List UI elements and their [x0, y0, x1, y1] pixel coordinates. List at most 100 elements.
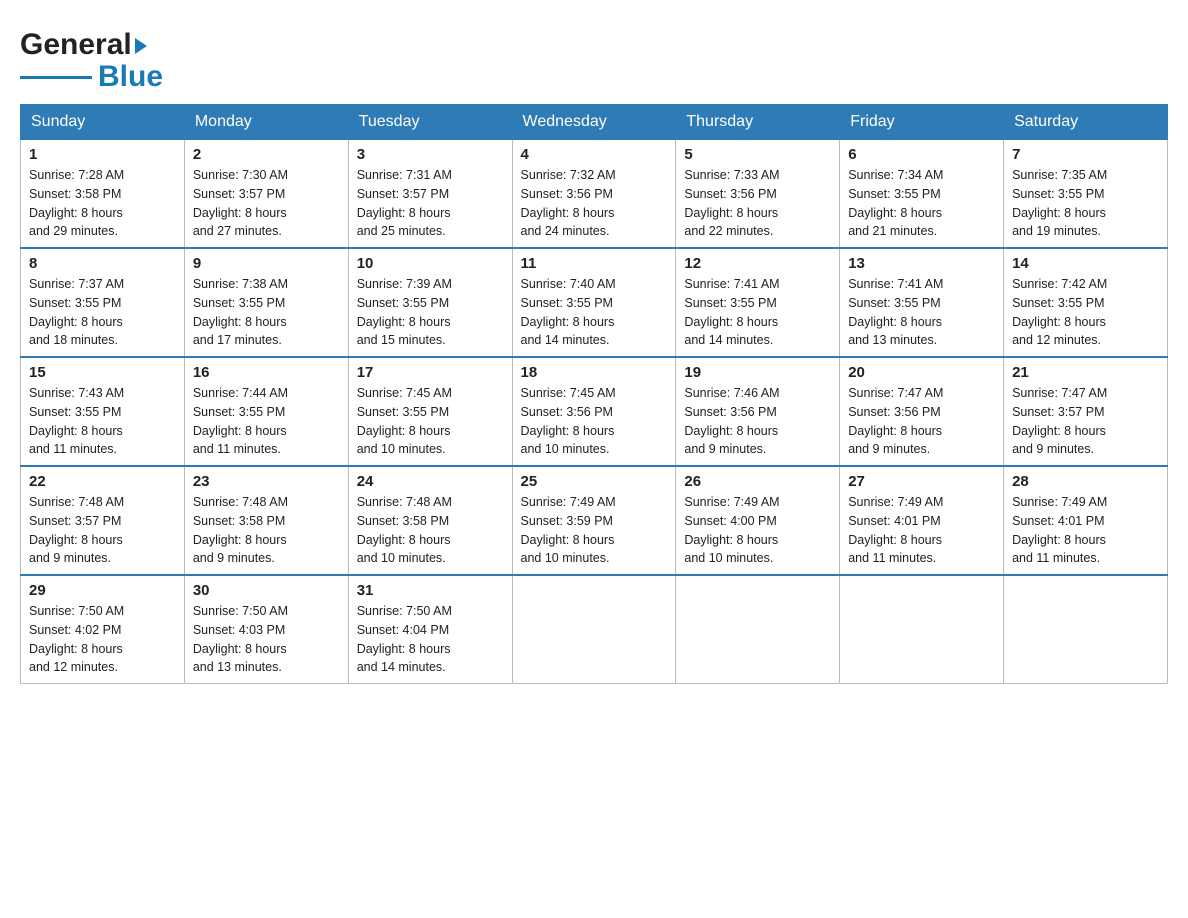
weekday-header-wednesday: Wednesday	[512, 105, 676, 140]
day-number: 19	[684, 364, 831, 381]
day-info: Sunrise: 7:50 AM Sunset: 4:02 PM Dayligh…	[29, 602, 176, 677]
week-row-4: 22 Sunrise: 7:48 AM Sunset: 3:57 PM Dayl…	[21, 466, 1168, 575]
day-number: 4	[521, 146, 668, 163]
day-info: Sunrise: 7:40 AM Sunset: 3:55 PM Dayligh…	[521, 275, 668, 350]
day-number: 20	[848, 364, 995, 381]
day-info: Sunrise: 7:45 AM Sunset: 3:55 PM Dayligh…	[357, 384, 504, 459]
day-number: 14	[1012, 255, 1159, 272]
logo: General Blue	[20, 30, 163, 94]
calendar-cell: 23 Sunrise: 7:48 AM Sunset: 3:58 PM Dayl…	[184, 466, 348, 575]
day-number: 10	[357, 255, 504, 272]
day-info: Sunrise: 7:37 AM Sunset: 3:55 PM Dayligh…	[29, 275, 176, 350]
calendar-cell: 11 Sunrise: 7:40 AM Sunset: 3:55 PM Dayl…	[512, 248, 676, 357]
calendar-cell: 1 Sunrise: 7:28 AM Sunset: 3:58 PM Dayli…	[21, 140, 185, 249]
calendar-cell: 29 Sunrise: 7:50 AM Sunset: 4:02 PM Dayl…	[21, 575, 185, 684]
day-info: Sunrise: 7:47 AM Sunset: 3:57 PM Dayligh…	[1012, 384, 1159, 459]
calendar-cell: 8 Sunrise: 7:37 AM Sunset: 3:55 PM Dayli…	[21, 248, 185, 357]
day-info: Sunrise: 7:34 AM Sunset: 3:55 PM Dayligh…	[848, 166, 995, 241]
calendar-cell: 26 Sunrise: 7:49 AM Sunset: 4:00 PM Dayl…	[676, 466, 840, 575]
day-info: Sunrise: 7:50 AM Sunset: 4:03 PM Dayligh…	[193, 602, 340, 677]
day-number: 13	[848, 255, 995, 272]
calendar-cell: 2 Sunrise: 7:30 AM Sunset: 3:57 PM Dayli…	[184, 140, 348, 249]
calendar-cell: 24 Sunrise: 7:48 AM Sunset: 3:58 PM Dayl…	[348, 466, 512, 575]
calendar-cell: 9 Sunrise: 7:38 AM Sunset: 3:55 PM Dayli…	[184, 248, 348, 357]
day-info: Sunrise: 7:32 AM Sunset: 3:56 PM Dayligh…	[521, 166, 668, 241]
day-info: Sunrise: 7:46 AM Sunset: 3:56 PM Dayligh…	[684, 384, 831, 459]
calendar-cell: 17 Sunrise: 7:45 AM Sunset: 3:55 PM Dayl…	[348, 357, 512, 466]
calendar-cell: 21 Sunrise: 7:47 AM Sunset: 3:57 PM Dayl…	[1004, 357, 1168, 466]
day-number: 9	[193, 255, 340, 272]
day-info: Sunrise: 7:41 AM Sunset: 3:55 PM Dayligh…	[848, 275, 995, 350]
calendar-cell: 15 Sunrise: 7:43 AM Sunset: 3:55 PM Dayl…	[21, 357, 185, 466]
calendar-cell: 7 Sunrise: 7:35 AM Sunset: 3:55 PM Dayli…	[1004, 140, 1168, 249]
calendar-cell: 6 Sunrise: 7:34 AM Sunset: 3:55 PM Dayli…	[840, 140, 1004, 249]
calendar-cell: 19 Sunrise: 7:46 AM Sunset: 3:56 PM Dayl…	[676, 357, 840, 466]
day-info: Sunrise: 7:30 AM Sunset: 3:57 PM Dayligh…	[193, 166, 340, 241]
day-number: 1	[29, 146, 176, 163]
logo-general-text: General	[20, 30, 132, 60]
calendar-cell: 3 Sunrise: 7:31 AM Sunset: 3:57 PM Dayli…	[348, 140, 512, 249]
day-info: Sunrise: 7:49 AM Sunset: 4:01 PM Dayligh…	[1012, 493, 1159, 568]
day-number: 18	[521, 364, 668, 381]
day-info: Sunrise: 7:38 AM Sunset: 3:55 PM Dayligh…	[193, 275, 340, 350]
day-number: 22	[29, 473, 176, 490]
day-info: Sunrise: 7:49 AM Sunset: 4:01 PM Dayligh…	[848, 493, 995, 568]
day-info: Sunrise: 7:39 AM Sunset: 3:55 PM Dayligh…	[357, 275, 504, 350]
day-number: 8	[29, 255, 176, 272]
week-row-1: 1 Sunrise: 7:28 AM Sunset: 3:58 PM Dayli…	[21, 140, 1168, 249]
day-number: 15	[29, 364, 176, 381]
calendar-cell: 5 Sunrise: 7:33 AM Sunset: 3:56 PM Dayli…	[676, 140, 840, 249]
day-number: 12	[684, 255, 831, 272]
day-info: Sunrise: 7:35 AM Sunset: 3:55 PM Dayligh…	[1012, 166, 1159, 241]
page-header: General Blue	[20, 20, 1168, 94]
day-info: Sunrise: 7:48 AM Sunset: 3:58 PM Dayligh…	[357, 493, 504, 568]
calendar-cell: 14 Sunrise: 7:42 AM Sunset: 3:55 PM Dayl…	[1004, 248, 1168, 357]
weekday-header-saturday: Saturday	[1004, 105, 1168, 140]
day-number: 5	[684, 146, 831, 163]
weekday-header-friday: Friday	[840, 105, 1004, 140]
day-number: 11	[521, 255, 668, 272]
day-info: Sunrise: 7:45 AM Sunset: 3:56 PM Dayligh…	[521, 384, 668, 459]
day-info: Sunrise: 7:31 AM Sunset: 3:57 PM Dayligh…	[357, 166, 504, 241]
logo-triangle-icon	[135, 38, 147, 54]
day-number: 29	[29, 582, 176, 599]
calendar-table: SundayMondayTuesdayWednesdayThursdayFrid…	[20, 104, 1168, 684]
logo-blue-text: Blue	[98, 60, 163, 94]
calendar-cell	[840, 575, 1004, 684]
day-info: Sunrise: 7:41 AM Sunset: 3:55 PM Dayligh…	[684, 275, 831, 350]
calendar-cell: 20 Sunrise: 7:47 AM Sunset: 3:56 PM Dayl…	[840, 357, 1004, 466]
day-number: 6	[848, 146, 995, 163]
day-number: 17	[357, 364, 504, 381]
day-info: Sunrise: 7:48 AM Sunset: 3:58 PM Dayligh…	[193, 493, 340, 568]
day-number: 23	[193, 473, 340, 490]
calendar-cell: 28 Sunrise: 7:49 AM Sunset: 4:01 PM Dayl…	[1004, 466, 1168, 575]
calendar-cell	[512, 575, 676, 684]
day-number: 24	[357, 473, 504, 490]
calendar-cell: 31 Sunrise: 7:50 AM Sunset: 4:04 PM Dayl…	[348, 575, 512, 684]
calendar-cell: 10 Sunrise: 7:39 AM Sunset: 3:55 PM Dayl…	[348, 248, 512, 357]
week-row-5: 29 Sunrise: 7:50 AM Sunset: 4:02 PM Dayl…	[21, 575, 1168, 684]
week-row-2: 8 Sunrise: 7:37 AM Sunset: 3:55 PM Dayli…	[21, 248, 1168, 357]
weekday-header-row: SundayMondayTuesdayWednesdayThursdayFrid…	[21, 105, 1168, 140]
day-number: 27	[848, 473, 995, 490]
day-number: 25	[521, 473, 668, 490]
calendar-cell	[676, 575, 840, 684]
day-info: Sunrise: 7:49 AM Sunset: 4:00 PM Dayligh…	[684, 493, 831, 568]
calendar-cell: 22 Sunrise: 7:48 AM Sunset: 3:57 PM Dayl…	[21, 466, 185, 575]
calendar-cell: 27 Sunrise: 7:49 AM Sunset: 4:01 PM Dayl…	[840, 466, 1004, 575]
calendar-cell	[1004, 575, 1168, 684]
calendar-cell: 25 Sunrise: 7:49 AM Sunset: 3:59 PM Dayl…	[512, 466, 676, 575]
day-number: 2	[193, 146, 340, 163]
weekday-header-tuesday: Tuesday	[348, 105, 512, 140]
day-info: Sunrise: 7:47 AM Sunset: 3:56 PM Dayligh…	[848, 384, 995, 459]
day-info: Sunrise: 7:50 AM Sunset: 4:04 PM Dayligh…	[357, 602, 504, 677]
day-number: 28	[1012, 473, 1159, 490]
day-info: Sunrise: 7:28 AM Sunset: 3:58 PM Dayligh…	[29, 166, 176, 241]
calendar-cell: 18 Sunrise: 7:45 AM Sunset: 3:56 PM Dayl…	[512, 357, 676, 466]
calendar-cell: 13 Sunrise: 7:41 AM Sunset: 3:55 PM Dayl…	[840, 248, 1004, 357]
calendar-cell: 30 Sunrise: 7:50 AM Sunset: 4:03 PM Dayl…	[184, 575, 348, 684]
day-number: 31	[357, 582, 504, 599]
day-info: Sunrise: 7:48 AM Sunset: 3:57 PM Dayligh…	[29, 493, 176, 568]
day-info: Sunrise: 7:49 AM Sunset: 3:59 PM Dayligh…	[521, 493, 668, 568]
weekday-header-monday: Monday	[184, 105, 348, 140]
